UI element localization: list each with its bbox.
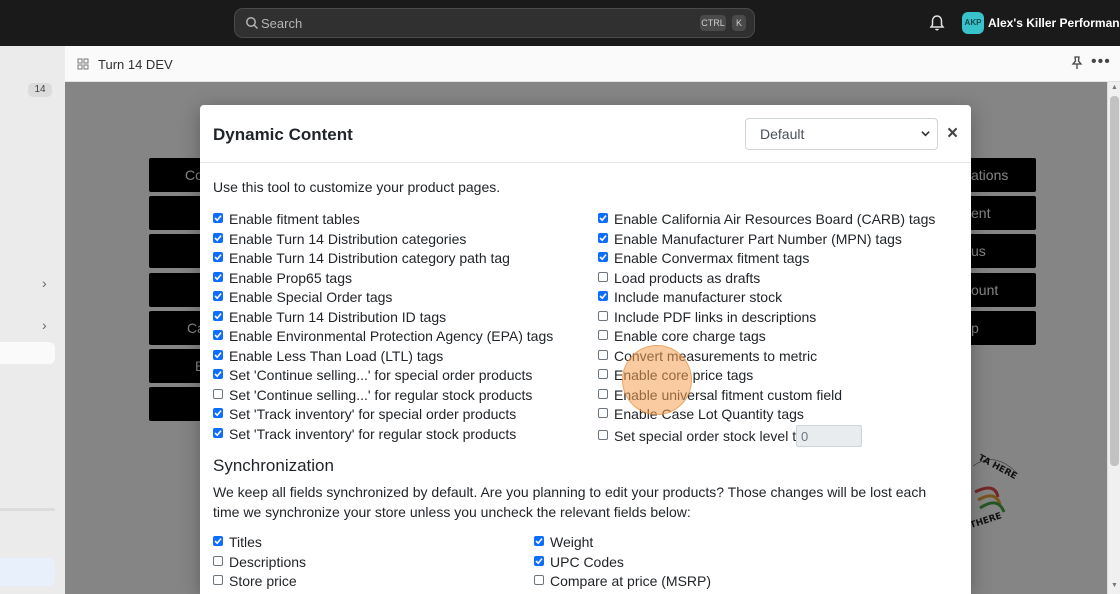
checkbox-checked[interactable] [213,349,223,360]
chevron-right-icon[interactable]: › [42,317,47,333]
checkbox-unchecked[interactable] [213,575,223,585]
option-label: Enable Prop65 tags [229,269,352,286]
option-label: Load products as drafts [614,269,761,286]
option-label: Enable Turn 14 Distribution categories [229,230,467,247]
checkbox-unchecked[interactable] [213,555,223,566]
checkbox-unchecked[interactable] [598,430,608,440]
scroll-up-icon[interactable]: ▲ [1111,84,1118,91]
option-label: Enable Turn 14 Distribution category pat… [229,250,510,266]
checkbox-unchecked[interactable] [213,388,223,399]
chevron-down-icon [921,131,930,137]
option-label: Enable Convermax fitment tags [614,250,810,266]
close-icon[interactable]: × [947,123,958,145]
checkbox-checked[interactable] [213,408,223,418]
checkbox-checked[interactable] [598,213,608,223]
option-label: Enable core charge tags [614,328,766,344]
intro-text: Use this tool to customize your product … [213,179,501,195]
option-label: Enable Environmental Protection Agency (… [229,328,554,344]
option-label: Set 'Track inventory' for regular stock … [229,425,517,442]
checkbox-unchecked[interactable] [598,310,608,321]
bell-icon[interactable] [929,14,945,32]
app-grid-icon [77,58,89,70]
dynamic-content-modal: Dynamic Content Default × Use this tool … [200,105,971,594]
shortcut-key-k: K [732,15,746,31]
checkbox-checked[interactable] [213,427,223,438]
profile-select[interactable]: Default [745,118,938,150]
checkbox-unchecked[interactable] [598,388,608,399]
profile-select-value: Default [760,126,805,142]
checkbox-checked[interactable] [598,252,608,262]
checkbox-unchecked[interactable] [598,408,608,418]
checkbox-checked[interactable] [213,330,223,340]
scrollbar-thumb[interactable] [1110,96,1119,466]
account-name[interactable]: Alex's Killer Performance [988,16,1120,30]
checkbox-checked[interactable] [213,310,223,321]
app-header: Turn 14 DEV ••• [65,46,1120,82]
checkbox-unchecked[interactable] [598,330,608,340]
option-label: Include manufacturer stock [614,289,783,305]
option-label: Enable Turn 14 Distribution ID tags [229,308,447,325]
checkbox-unchecked[interactable] [598,271,608,282]
option-label: Set 'Continue selling...' for regular st… [229,386,533,403]
option-label: UPC Codes [550,553,624,570]
option-label: Descriptions [229,553,307,570]
search-bar[interactable]: Search CTRL K [234,8,755,38]
checkbox-checked[interactable] [534,555,544,566]
checkbox-checked[interactable] [213,291,223,301]
checkbox-checked[interactable] [213,213,223,223]
special-order-stock-input[interactable]: 0 [796,425,862,447]
sidebar-item-active[interactable] [0,558,55,586]
option-label: Include PDF links in descriptions [614,308,817,325]
option-label: Store price [229,573,297,589]
option-label: Set 'Continue selling...' for special or… [229,367,533,383]
option-label: Set special order stock level to: [614,428,808,444]
option-label: Compare at price (MSRP) [550,573,712,589]
checkbox-checked[interactable] [598,232,608,243]
checkbox-checked[interactable] [534,536,544,546]
sync-title: Synchronization [213,456,334,475]
app-title: Turn 14 DEV [98,57,173,72]
option-label: Titles [229,534,262,550]
scroll-down-icon[interactable]: ▼ [1111,582,1118,589]
option-label: Enable Manufacturer Part Number (MPN) ta… [614,230,902,247]
chevron-right-icon[interactable]: › [42,275,47,291]
option-label: Weight [550,534,594,550]
search-placeholder: Search [261,16,303,31]
click-indicator [622,345,692,415]
checkbox-unchecked[interactable] [534,575,544,585]
checkbox-checked[interactable] [213,232,223,243]
more-actions-icon[interactable]: ••• [1091,53,1111,71]
checkbox-checked[interactable] [213,252,223,262]
sidebar-divider [0,508,55,511]
option-label: Enable Special Order tags [229,289,393,305]
scrollbar[interactable]: ▲ ▼ [1107,82,1120,594]
modal-header: Dynamic Content Default × [200,105,971,163]
sidebar-badge: 14 [28,83,52,97]
checkbox-checked[interactable] [213,369,223,379]
top-bar: Search CTRL K AKP Alex's Killer Performa… [0,0,1120,46]
option-label: Set 'Track inventory' for special order … [229,406,517,422]
modal-title: Dynamic Content [213,125,353,144]
sidebar-item[interactable] [0,342,55,364]
option-label: Enable Less Than Load (LTL) tags [229,347,444,364]
sidebar: 14 › › [0,46,65,594]
checkbox-checked[interactable] [213,271,223,282]
pin-icon[interactable] [1070,56,1084,70]
checkbox-unchecked[interactable] [598,349,608,360]
option-label: Enable California Air Resources Board (C… [614,211,936,227]
option-label: Enable fitment tables [229,211,360,227]
checkbox-unchecked[interactable] [598,369,608,379]
shortcut-key-ctrl: CTRL [700,15,726,31]
sync-text: We keep all fields synchronized by defau… [213,484,927,520]
account-avatar[interactable]: AKP [962,12,984,34]
checkbox-checked[interactable] [213,536,223,546]
search-icon [246,17,259,30]
checkbox-checked[interactable] [598,291,608,301]
